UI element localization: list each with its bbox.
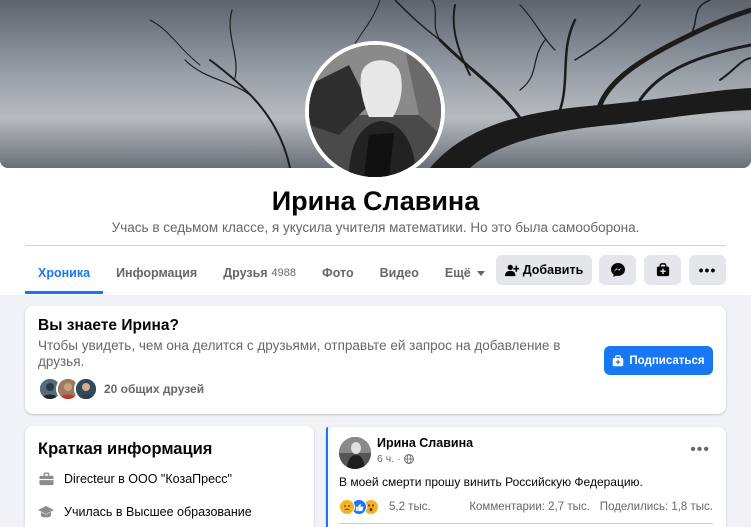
- mutual-friends[interactable]: 20 общих друзей: [38, 376, 204, 402]
- add-friend-button[interactable]: Добавить: [496, 255, 592, 285]
- profile-avatar[interactable]: [305, 41, 445, 181]
- know-card-title: Вы знаете Ирина?: [38, 317, 179, 334]
- post-meta: 6 ч. ·: [377, 453, 414, 465]
- post-options-icon[interactable]: •••: [690, 441, 710, 459]
- intro-title: Краткая информация: [38, 440, 213, 458]
- reactions-count[interactable]: 5,2 тыс.: [389, 501, 431, 513]
- post-text: В моей смерти прошу винить Российскую Фе…: [339, 475, 643, 489]
- more-options-button[interactable]: •••: [689, 255, 726, 285]
- globe-icon: [403, 454, 414, 464]
- profile-tabs: Хроника Информация Друзья 4988 Фото Видео…: [25, 252, 498, 294]
- subscribe-button[interactable]: Подписаться: [604, 346, 713, 375]
- mutual-friend-avatar: [74, 377, 98, 401]
- graduation-cap-icon: [38, 504, 54, 520]
- tab-videos[interactable]: Видео: [367, 252, 432, 294]
- messenger-button[interactable]: [599, 255, 636, 285]
- intro-education: Училась в Высшее образование: [38, 504, 252, 520]
- briefcase-icon: [38, 471, 54, 487]
- post-author-name[interactable]: Ирина Славина: [377, 436, 473, 450]
- reactions-icons[interactable]: [339, 499, 379, 515]
- mutual-friends-count: 20 общих друзей: [104, 382, 205, 396]
- add-friend-icon: [504, 263, 519, 277]
- header-divider: [25, 245, 726, 246]
- tab-timeline[interactable]: Хроника: [25, 252, 104, 294]
- tab-photos[interactable]: Фото: [309, 252, 367, 294]
- tab-about[interactable]: Информация: [103, 252, 210, 294]
- post-card: Ирина Славина 6 ч. · ••• В моей смерти п…: [326, 427, 726, 527]
- comments-count[interactable]: Комментарии: 2,7 тыс.: [469, 501, 589, 513]
- subscribe-icon: [612, 354, 624, 367]
- meta-separator: ·: [397, 453, 401, 465]
- post-time[interactable]: 6 ч.: [377, 453, 394, 465]
- messenger-icon: [610, 262, 626, 278]
- profile-header: Ирина Славина Учась в седьмом классе, я …: [0, 0, 751, 295]
- profile-name: Ирина Славина: [271, 186, 480, 216]
- profile-bio: Учась в седьмом классе, я укусила учител…: [111, 220, 640, 235]
- tab-more[interactable]: Ещё: [432, 252, 498, 294]
- chevron-down-icon: [476, 270, 485, 276]
- post-author-avatar[interactable]: [339, 437, 371, 469]
- shares-count[interactable]: Поделились: 1,8 тыс.: [600, 501, 713, 513]
- tab-friends[interactable]: Друзья 4988: [210, 252, 309, 294]
- intro-card: Краткая информация Directeur в ООО "Коза…: [25, 426, 314, 527]
- know-card-text: Чтобы увидеть, чем она делится с друзьям…: [38, 338, 561, 369]
- sad-reaction-icon: [339, 499, 355, 515]
- follow-button[interactable]: [644, 255, 681, 285]
- intro-work: Directeur в ООО "КозаПресс": [38, 471, 232, 487]
- post-divider: [339, 523, 713, 524]
- post-stats: 5,2 тыс. Комментарии: 2,7 тыс. Поделилис…: [339, 497, 713, 517]
- more-icon: •••: [698, 262, 717, 278]
- post-highlight-edge: [326, 427, 328, 527]
- follow-icon: [656, 263, 670, 277]
- know-person-card: Вы знаете Ирина? Чтобы увидеть, чем она …: [25, 306, 726, 414]
- friends-count: 4988: [271, 267, 297, 279]
